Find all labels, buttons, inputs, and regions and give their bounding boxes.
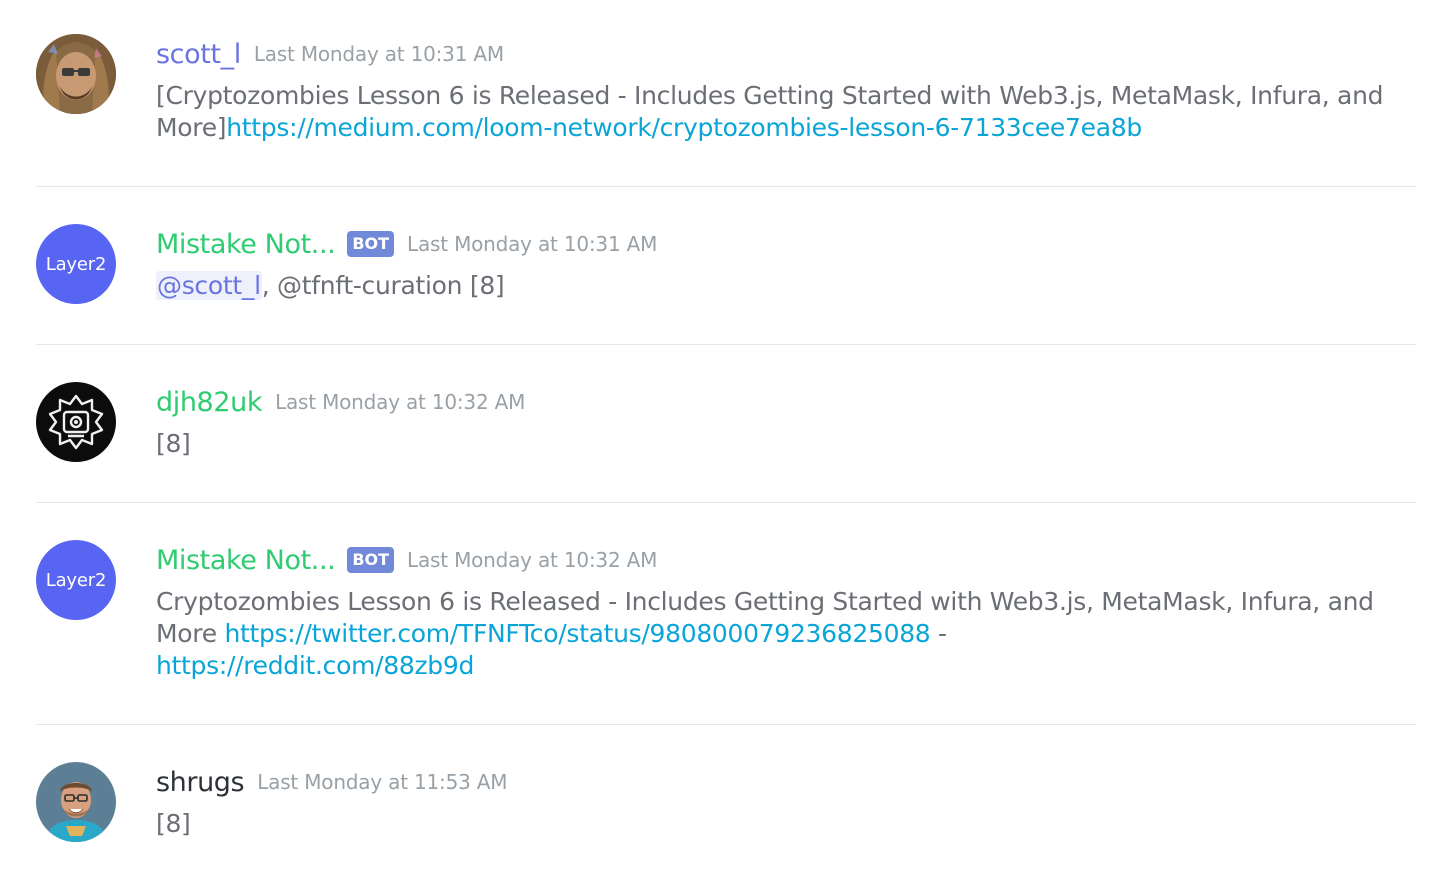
user-avatar[interactable] — [36, 382, 116, 462]
aztec-emblem-icon — [36, 382, 116, 462]
message-header: Mistake Not... BOT Last Monday at 10:31 … — [156, 224, 657, 264]
message-content: Cryptozombies Lesson 6 is Released - Inc… — [156, 586, 1396, 682]
user-avatar[interactable] — [36, 762, 116, 842]
message-link[interactable]: https://twitter.com/TFNFTco/status/98080… — [224, 619, 930, 648]
bot-avatar[interactable]: Layer2 — [36, 224, 116, 304]
user-photo-icon — [36, 34, 116, 114]
message-text: [8] — [156, 809, 191, 838]
message-divider — [36, 502, 1416, 503]
author-name[interactable]: shrugs — [156, 767, 245, 798]
user-mention[interactable]: @scott_l — [156, 271, 262, 300]
message-timestamp: Last Monday at 10:32 AM — [275, 390, 526, 414]
message-divider — [36, 724, 1416, 725]
message-timestamp: Last Monday at 11:53 AM — [257, 770, 508, 794]
message-header: scott_l Last Monday at 10:31 AM — [156, 34, 504, 74]
layer2-logo: Layer2 — [45, 253, 107, 275]
user-avatar[interactable] — [36, 34, 116, 114]
message-content: [8] — [156, 808, 1396, 840]
author-name[interactable]: djh82uk — [156, 387, 262, 418]
bot-badge: BOT — [347, 547, 395, 573]
message-content: [8] — [156, 428, 1396, 460]
message-item: shrugs Last Monday at 11:53 AM [8] — [36, 762, 1416, 852]
message-content: @scott_l, @tfnft-curation [8] — [156, 270, 1396, 302]
message-header: shrugs Last Monday at 11:53 AM — [156, 762, 508, 802]
message-timestamp: Last Monday at 10:31 AM — [253, 42, 504, 66]
message-item: scott_l Last Monday at 10:31 AM [Cryptoz… — [36, 34, 1416, 144]
author-name[interactable]: Mistake Not... — [156, 545, 336, 576]
bot-badge: BOT — [347, 231, 395, 257]
author-name[interactable]: scott_l — [156, 39, 241, 70]
bot-avatar[interactable]: Layer2 — [36, 540, 116, 620]
message-header: Mistake Not... BOT Last Monday at 10:32 … — [156, 540, 657, 580]
message-text: - — [930, 619, 947, 648]
message-header: djh82uk Last Monday at 10:32 AM — [156, 382, 525, 422]
message-timestamp: Last Monday at 10:31 AM — [407, 232, 658, 256]
message-content: [Cryptozombies Lesson 6 is Released - In… — [156, 80, 1396, 144]
message-item: Layer2 Mistake Not... BOT Last Monday at… — [36, 540, 1416, 690]
message-text: , @tfnft-curation [8] — [261, 271, 505, 300]
message-divider — [36, 186, 1416, 187]
user-photo-icon — [36, 762, 116, 842]
message-item: Layer2 Mistake Not... BOT Last Monday at… — [36, 224, 1416, 314]
message-link[interactable]: https://reddit.com/88zb9d — [156, 651, 474, 680]
message-link[interactable]: https://medium.com/loom-network/cryptozo… — [226, 113, 1142, 142]
message-item: djh82uk Last Monday at 10:32 AM [8] — [36, 382, 1416, 472]
message-divider — [36, 344, 1416, 345]
message-text: [8] — [156, 429, 191, 458]
layer2-logo: Layer2 — [45, 569, 107, 591]
message-timestamp: Last Monday at 10:32 AM — [407, 548, 658, 572]
author-name[interactable]: Mistake Not... — [156, 229, 336, 260]
